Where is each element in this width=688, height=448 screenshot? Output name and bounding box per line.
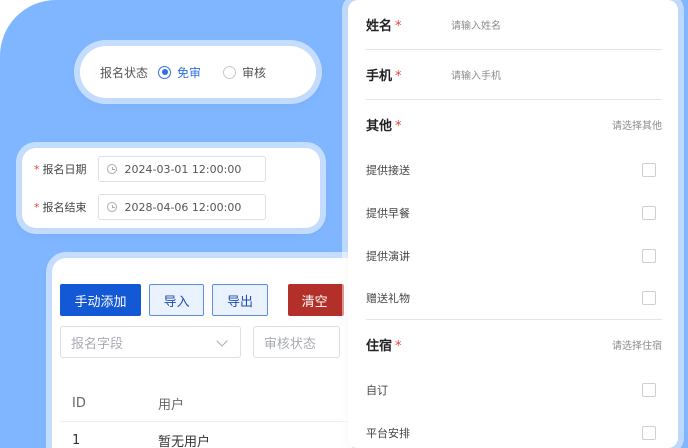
option-self-book[interactable]: 自订 (366, 368, 662, 411)
date-card: * 报名日期 2024-03-01 12:00:00 * 报名结束 2028-0… (22, 148, 320, 228)
required-mark: * (34, 162, 40, 176)
manual-add-button[interactable]: 手动添加 (60, 284, 141, 316)
name-label: 姓名 * (366, 19, 402, 34)
start-date-input[interactable]: 2024-03-01 12:00:00 (97, 156, 266, 182)
cell-user: 暂无用户 (158, 434, 211, 448)
chevron-down-icon (216, 335, 228, 347)
checkbox-icon[interactable] (642, 291, 656, 305)
phone-field: 手机 * 请输入手机 (366, 50, 662, 100)
radio-unchecked-icon (223, 65, 237, 79)
required-mark: * (34, 200, 40, 214)
import-button[interactable]: 导入 (148, 284, 205, 316)
radio-checked-icon (158, 65, 172, 79)
option-speech[interactable]: 提供演讲 (366, 234, 662, 277)
phone-input[interactable]: 请输入手机 (451, 67, 501, 82)
start-date-label: 报名日期 (42, 163, 87, 176)
export-button[interactable]: 导出 (212, 284, 268, 316)
end-date-row: * 报名结束 2028-04-06 12:00:00 (34, 194, 320, 220)
option-gift[interactable]: 赠送礼物 (366, 277, 662, 320)
field-select[interactable]: 报名字段 (60, 326, 241, 358)
checkbox-icon[interactable] (642, 425, 656, 440)
lodging-label: 住宿 * (366, 338, 402, 354)
start-date-row: * 报名日期 2024-03-01 12:00:00 (34, 156, 320, 182)
other-select[interactable]: 请选择其他 (612, 117, 662, 132)
lodging-group-header: 住宿 * 请选择住宿 (366, 320, 662, 368)
other-group-header: 其他 * 请选择其他 (366, 100, 662, 148)
checkbox-icon[interactable] (642, 382, 656, 397)
status-radio-review[interactable]: 审核 (223, 64, 266, 81)
end-date-input[interactable]: 2028-04-06 12:00:00 (97, 194, 266, 220)
toolbar: 手动添加 导入 导出 清空 (60, 284, 352, 316)
option-breakfast[interactable]: 提供早餐 (366, 191, 662, 234)
status-card: 报名状态 免审 审核 (80, 46, 316, 98)
status-label: 报名状态 (100, 65, 149, 80)
column-header-id: ID (72, 396, 86, 411)
other-label: 其他 * (366, 118, 402, 134)
clock-icon (106, 164, 117, 174)
filter-bar: 报名字段 审核状态 (60, 326, 352, 358)
clock-icon (106, 202, 117, 212)
lodging-select[interactable]: 请选择住宿 (612, 337, 662, 352)
option-platform-arranged[interactable]: 平台安排 (366, 411, 662, 448)
option-pickup[interactable]: 提供接送 (366, 148, 662, 191)
status-radio-exempt[interactable]: 免审 (158, 64, 201, 81)
table-header: ID 用户 (60, 386, 352, 422)
registrant-table-card: 手动添加 导入 导出 清空 报名字段 审核状态 ID 用户 1 暂无用户 (52, 258, 352, 448)
checkbox-icon[interactable] (642, 248, 656, 263)
table-row[interactable]: 1 暂无用户 (60, 422, 352, 448)
checkbox-icon[interactable] (642, 205, 656, 220)
phone-label: 手机 * (366, 69, 402, 84)
name-field: 姓名 * 请输入姓名 (366, 0, 662, 50)
cell-id: 1 (72, 432, 81, 448)
review-status-select[interactable]: 审核状态 (252, 326, 340, 358)
name-input[interactable]: 请输入姓名 (451, 17, 501, 32)
end-date-label: 报名结束 (42, 201, 87, 214)
registration-form-panel: 姓名 * 请输入姓名 手机 * 请输入手机 其他 * 请选择其他 提供接送 提供早餐 … (348, 0, 678, 448)
clear-button[interactable]: 清空 (287, 284, 344, 316)
column-header-user: 用户 (158, 398, 185, 413)
checkbox-icon[interactable] (642, 162, 656, 177)
